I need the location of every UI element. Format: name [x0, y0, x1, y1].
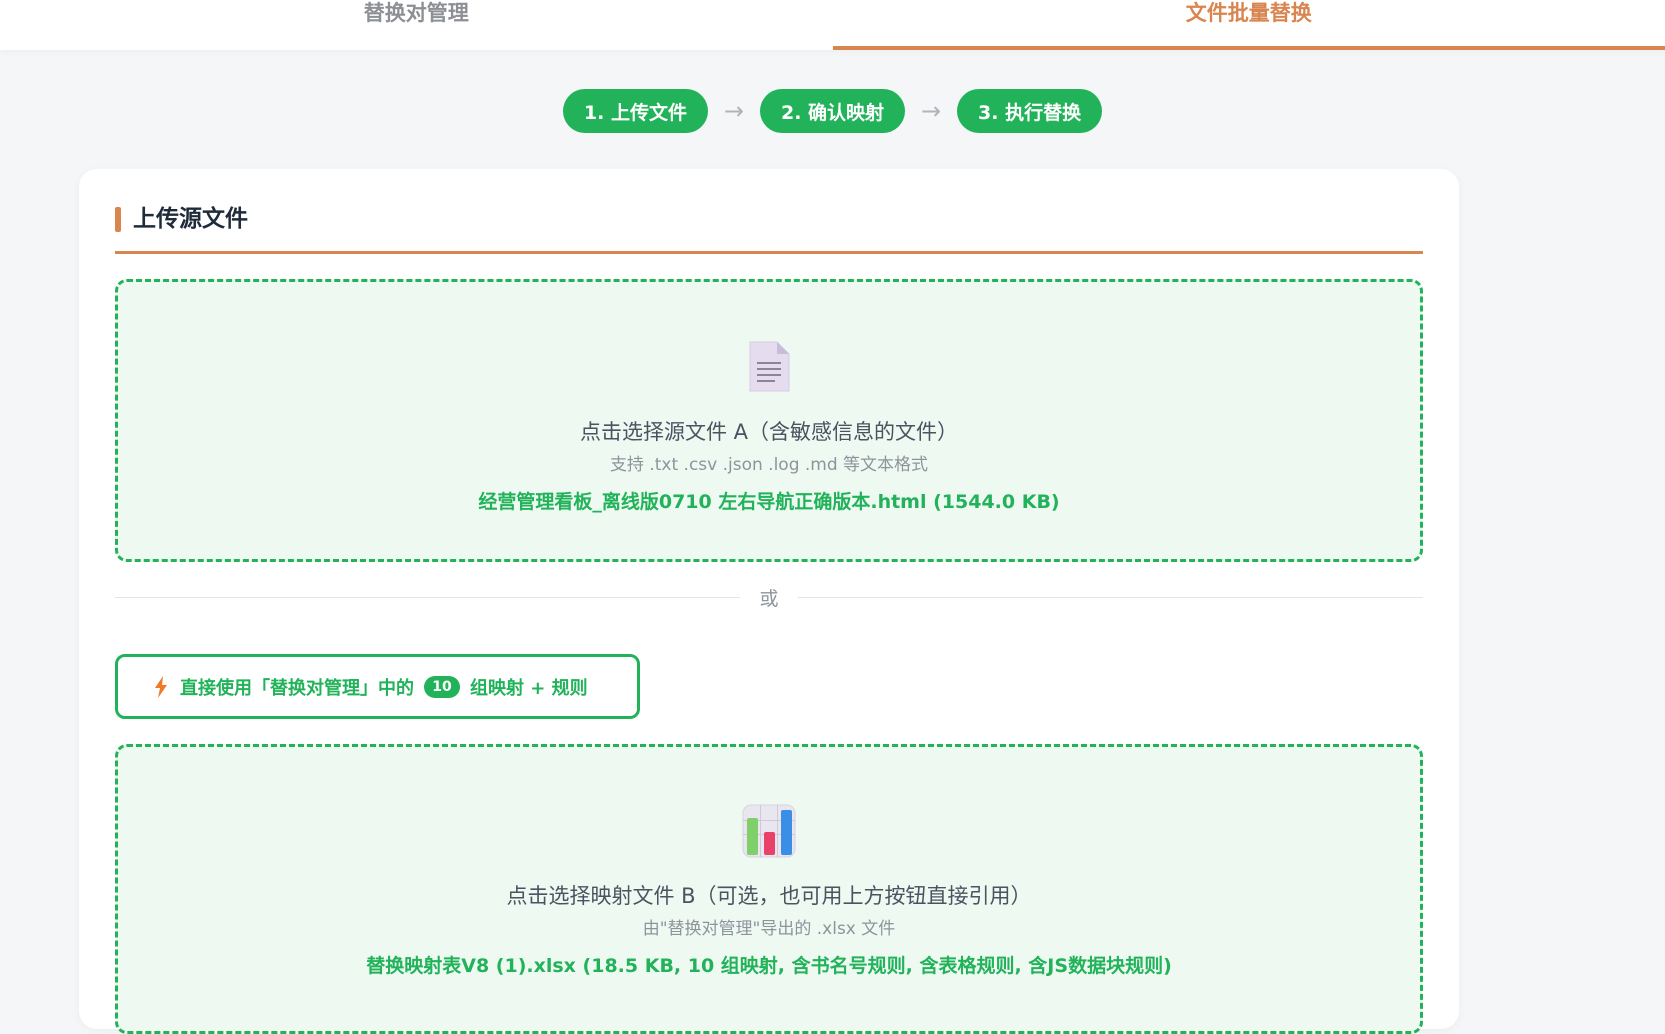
step-label: 2. 确认映射 [781, 98, 884, 125]
section-header: 上传源文件 [115, 207, 1423, 254]
step-label: 3. 执行替换 [978, 98, 1081, 125]
section-title: 上传源文件 [133, 204, 248, 234]
upload-card: 上传源文件 点击选择源文件 A（含敏感信息的文件） 支持 .txt .csv .… [79, 169, 1459, 1029]
mapping-count-badge: 10 [424, 676, 460, 698]
bar-chart-icon [742, 804, 796, 862]
dropzone-hint: 由"替换对管理"导出的 .xlsx 文件 [118, 914, 1420, 939]
dropzone-title: 点击选择映射文件 B（可选，也可用上方按钮直接引用） [118, 880, 1420, 910]
step-indicator: 1. 上传文件 → 2. 确认映射 → 3. 执行替换 [0, 89, 1665, 133]
section-accent-bar [115, 207, 121, 232]
step-confirm-mapping: 2. 确认映射 [760, 89, 905, 133]
selected-file-name: 经营管理看板_离线版0710 左右导航正确版本.html (1544.0 KB) [118, 487, 1420, 514]
step-execute: 3. 执行替换 [957, 89, 1102, 133]
tab-label: 文件批量替换 [1186, 0, 1312, 26]
top-tabs: 替换对管理 文件批量替换 [0, 0, 1665, 50]
step-arrow-icon: → [905, 97, 957, 125]
use-existing-suffix: 组映射 + 规则 [470, 674, 588, 700]
source-file-dropzone[interactable]: 点击选择源文件 A（含敏感信息的文件） 支持 .txt .csv .json .… [115, 279, 1423, 562]
step-label: 1. 上传文件 [584, 98, 687, 125]
dropzone-title: 点击选择源文件 A（含敏感信息的文件） [118, 416, 1420, 446]
divider-text: 或 [115, 584, 1423, 611]
or-divider: 或 [115, 583, 1423, 613]
use-existing-prefix: 直接使用「替换对管理」中的 [180, 674, 414, 700]
tab-label: 替换对管理 [364, 0, 469, 26]
selected-file-name: 替换映射表V8 (1).xlsx (18.5 KB, 10 组映射, 含书名号规… [118, 951, 1420, 978]
lightning-icon [154, 676, 168, 698]
tab-batch-file-replace[interactable]: 文件批量替换 [833, 0, 1665, 50]
step-upload: 1. 上传文件 [563, 89, 708, 133]
use-existing-mappings-button[interactable]: 直接使用「替换对管理」中的 10 组映射 + 规则 [115, 654, 640, 719]
step-arrow-icon: → [708, 97, 760, 125]
dropzone-hint: 支持 .txt .csv .json .log .md 等文本格式 [118, 450, 1420, 475]
document-icon [747, 340, 791, 398]
tab-replacement-pairs[interactable]: 替换对管理 [0, 0, 833, 50]
mapping-file-dropzone[interactable]: 点击选择映射文件 B（可选，也可用上方按钮直接引用） 由"替换对管理"导出的 .… [115, 744, 1423, 1034]
